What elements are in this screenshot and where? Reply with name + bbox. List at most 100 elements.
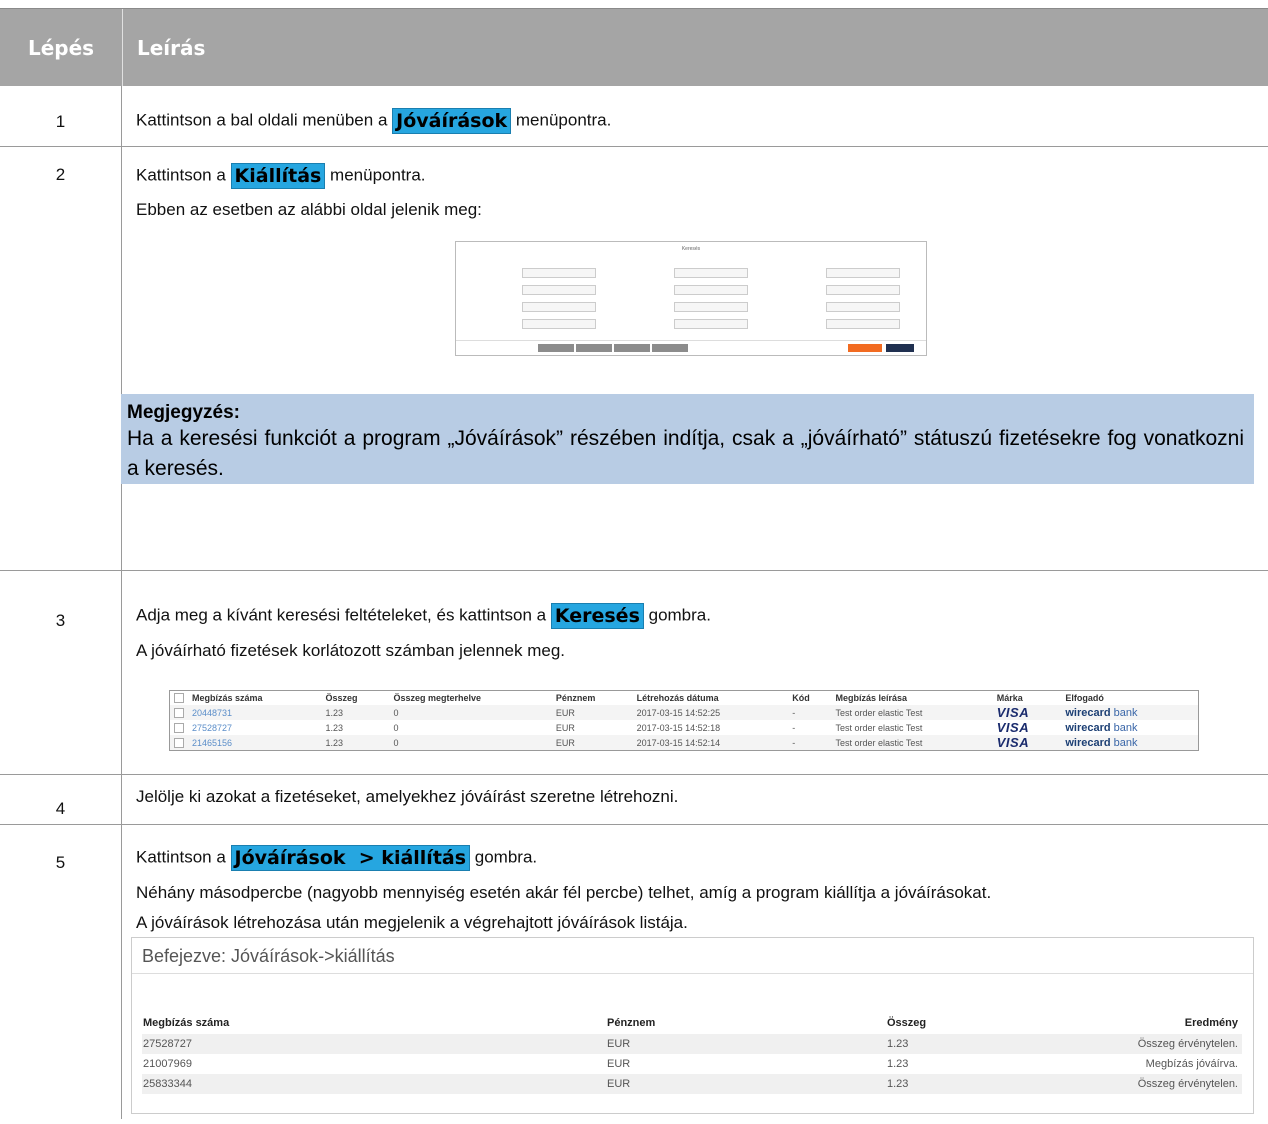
step-row-2: 2 Kattintson a Kiállítás menüpontra. Ebb…: [0, 147, 1268, 571]
step-text: Kattintson a bal oldali menüben a: [136, 110, 393, 130]
table-row[interactable]: 27528727 1.23 0 EUR 2017-03-15 14:52:18 …: [170, 720, 1199, 735]
step-description: Kattintson a Jóváírások > kiállítás gomb…: [122, 825, 1268, 1119]
step-text: gombra.: [643, 605, 711, 625]
header-description: Leírás: [122, 9, 1268, 86]
step-text: Néhány másodpercbe (nagyobb mennyiség es…: [136, 883, 992, 902]
note-title: Megjegyzés:: [127, 402, 240, 423]
order-number-link[interactable]: 20448731: [188, 705, 322, 720]
jovairasok-menu-ref: Jóváírások: [392, 108, 512, 134]
header-step: Lépés: [27, 35, 95, 60]
step-number: 5: [0, 825, 122, 1119]
order-number: 25833344: [142, 1074, 606, 1094]
step-text: menüpontra.: [325, 165, 426, 185]
search-form-screenshot: Keresés: [455, 241, 927, 356]
result: Összeg érvénytelen.: [986, 1074, 1242, 1094]
amount-charged: 0: [389, 735, 552, 751]
wirecard-text: wirecard: [1065, 736, 1111, 749]
step-text: Adja meg a kívánt keresési feltételeket,…: [136, 605, 551, 625]
wirecard-logo-icon: wirecard bank: [1065, 722, 1137, 734]
instruction-document: Lépés Leírás 1 Kattintson a bal oldali m…: [0, 8, 1268, 1119]
result: Megbízás jóváírva.: [1145, 1058, 1238, 1070]
order-number-link[interactable]: 21465156: [188, 735, 322, 751]
step-text: A jóváírható fizetések korlátozott számb…: [136, 641, 566, 660]
wirecard-logo-icon: wirecard bank: [1065, 707, 1137, 719]
created-date: 2017-03-15 14:52:14: [632, 735, 789, 751]
completed-panel-title: Befejezve: Jóváírások->kiállítás: [132, 938, 1253, 974]
visa-logo-icon: VISA: [996, 705, 1030, 720]
amount: 1.23: [321, 735, 390, 751]
table-row: 21007969 EUR 1.23 Megbízás jóváírva.: [142, 1054, 1242, 1074]
step-description: Adja meg a kívánt keresési feltételeket,…: [122, 571, 1268, 774]
kiallitas-menu-ref: Kiállítás: [230, 163, 326, 189]
code: -: [792, 722, 796, 733]
order-number: 21007969: [143, 1058, 192, 1070]
wirecard-bank-text: bank: [1113, 736, 1138, 749]
row-checkbox[interactable]: [174, 707, 184, 718]
step-text: A jóváírások létrehozása után megjelenik…: [136, 913, 688, 932]
step-text: menüpontra.: [511, 110, 612, 130]
column-header[interactable]: Összeg: [321, 691, 389, 706]
column-header[interactable]: Pénznem: [552, 691, 633, 706]
column-header: Pénznem: [607, 1017, 656, 1029]
search-form-title: Keresés: [681, 246, 701, 252]
row-checkbox[interactable]: [174, 722, 184, 733]
search-form-fields: [462, 264, 918, 332]
wirecard-logo-icon: wirecard bank: [1065, 737, 1137, 749]
result: Összeg érvénytelen.: [986, 1034, 1242, 1054]
table-row[interactable]: 21465156 1.23 0 EUR 2017-03-15 14:52:14 …: [169, 735, 1199, 751]
order-description: Test order elastic Test: [831, 735, 993, 751]
row-checkbox[interactable]: [174, 737, 184, 748]
order-description: Test order elastic Test: [831, 705, 993, 720]
step-number: 3: [0, 571, 122, 774]
step-number: 2: [0, 147, 122, 570]
completed-credits-panel: Befejezve: Jóváírások->kiállítás Megbízá…: [131, 937, 1254, 1114]
jovairasok-kiallitas-button-ref: Jóváírások > kiállítás: [230, 845, 471, 871]
created-date: 2017-03-15 14:52:25: [632, 705, 789, 720]
code: -: [788, 705, 832, 720]
step-text: gombra.: [470, 847, 538, 867]
note-box: Megjegyzés: Ha a keresési funkciót a pro…: [121, 394, 1254, 484]
column-header[interactable]: Kód: [788, 691, 831, 706]
completed-credits-table: Megbízás száma Pénznem Összeg Eredmény 2…: [142, 1012, 1242, 1094]
amount: 1.23: [886, 1074, 987, 1094]
column-header[interactable]: Márka: [993, 691, 1062, 706]
step-row-1: 1 Kattintson a bal oldali menüben a Jóvá…: [0, 86, 1268, 147]
step-description: Jelölje ki azokat a fizetéseket, amelyek…: [136, 787, 679, 806]
note-body: Ha a keresési funkciót a program „Jóváír…: [127, 427, 1244, 480]
currency: EUR: [551, 705, 633, 720]
step-row-4: 4 Jelölje ki azokat a fizetéseket, amely…: [0, 775, 1268, 825]
search-form-search-button: [886, 344, 914, 352]
step-row-3: 3 Adja meg a kívánt keresési feltételeke…: [0, 571, 1268, 775]
amount-charged: 0: [393, 722, 399, 733]
column-header[interactable]: Elfogadó: [1061, 691, 1198, 706]
currency: EUR: [607, 1058, 631, 1070]
code: -: [788, 735, 832, 751]
currency: EUR: [606, 1034, 886, 1054]
column-header[interactable]: Megbízás leírása: [832, 691, 993, 706]
currency: EUR: [555, 722, 575, 733]
step-number: 1: [0, 86, 122, 146]
currency: EUR: [606, 1074, 886, 1094]
amount: 1.23: [321, 705, 390, 720]
visa-logo-icon: VISA: [996, 735, 1030, 750]
table-row: 25833344 EUR 1.23 Összeg érvénytelen.: [142, 1074, 1242, 1094]
table-row[interactable]: 20448731 1.23 0 EUR 2017-03-15 14:52:25 …: [169, 705, 1199, 720]
amount: 1.23: [325, 722, 343, 733]
column-header: Megbízás száma: [143, 1017, 230, 1029]
step-number: 4: [0, 775, 122, 824]
select-all-checkbox[interactable]: [174, 693, 184, 704]
table-row: 27528727 EUR 1.23 Összeg érvénytelen.: [142, 1034, 1242, 1054]
column-header[interactable]: Összeg megterhelve: [389, 691, 551, 706]
column-header[interactable]: Megbízás száma: [188, 691, 321, 706]
created-date: 2017-03-15 14:52:18: [636, 722, 721, 733]
payments-table: Megbízás száma Összeg Összeg megterhelve…: [169, 690, 1199, 751]
order-number-link[interactable]: 27528727: [188, 720, 321, 735]
step-text: Kattintson a: [136, 165, 231, 185]
column-header[interactable]: Létrehozás dátuma: [633, 691, 789, 706]
wirecard-bank-text: bank: [1113, 706, 1138, 719]
step-description: Kattintson a bal oldali menüben a Jóváír…: [122, 86, 1268, 146]
step-text: Kattintson a: [136, 847, 231, 867]
column-header: Eredmény: [1184, 1017, 1238, 1029]
kereses-button-ref: Keresés: [550, 603, 644, 629]
amount: 1.23: [887, 1058, 909, 1070]
